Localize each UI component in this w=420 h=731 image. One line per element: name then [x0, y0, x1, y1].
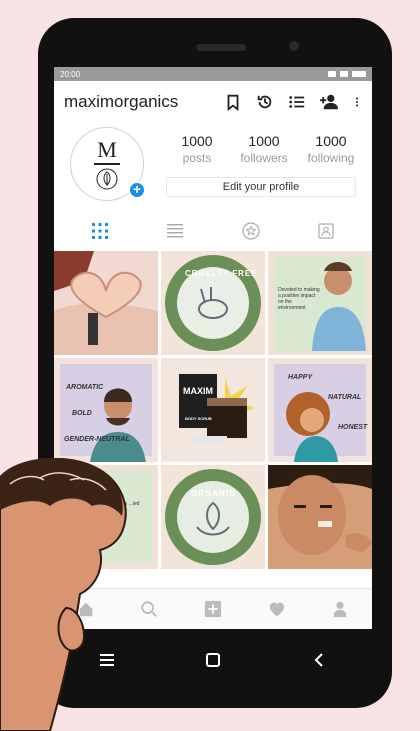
post-aromatic[interactable]: AROMATIC BOLD GENDER-NEUTRAL	[54, 358, 158, 462]
post-organic[interactable]: ORGANIC	[161, 465, 265, 569]
post-caption: HONEST	[338, 424, 368, 431]
post-cruelty-free[interactable]: CRUELTY FREE	[161, 251, 265, 355]
wifi-icon	[328, 71, 336, 77]
stat-label: posts	[182, 151, 212, 165]
status-time: 20:00	[60, 69, 81, 79]
add-post-icon[interactable]	[204, 600, 222, 618]
post-caption: ORGANIC	[191, 489, 236, 498]
profile-icon[interactable]	[331, 600, 349, 618]
post-caption: AROMATIC	[66, 384, 104, 391]
stat-value: 1000	[315, 133, 347, 149]
add-person-icon[interactable]	[320, 93, 338, 111]
post-face-mask[interactable]	[268, 465, 372, 569]
history-icon[interactable]	[256, 93, 274, 111]
post-image	[54, 358, 158, 462]
post-caption: NATURAL	[328, 394, 362, 401]
post-product[interactable]: MAXIM BODY SCRUB	[161, 358, 265, 462]
earpiece	[196, 44, 246, 51]
grid-view-icon[interactable]	[91, 222, 109, 240]
post-caption: Devoted to making a positive impact on t…	[278, 287, 320, 311]
post-image	[268, 465, 372, 569]
post-caption: CRUELTY FREE	[185, 269, 258, 278]
post-image	[268, 358, 372, 462]
logo-divider	[94, 162, 120, 165]
profile-header: maximorganics	[54, 81, 372, 123]
heart-icon[interactable]	[268, 600, 286, 618]
front-camera	[289, 41, 299, 51]
bookmark-icon[interactable]	[224, 93, 242, 111]
profile-section: M + 1000 posts 1000 followers 1000 follo…	[54, 123, 372, 213]
stat-followers[interactable]: 1000 followers	[233, 133, 295, 165]
profile-tabs	[54, 213, 372, 249]
post-caption: HAPPY	[288, 374, 313, 381]
add-story-button[interactable]: +	[128, 181, 146, 199]
post-caption: GENDER-NEUTRAL	[64, 436, 130, 443]
stat-label: followers	[240, 151, 288, 165]
illustrated-head	[0, 458, 127, 731]
post-image	[161, 358, 265, 462]
stat-following[interactable]: 1000 following	[300, 133, 362, 165]
post-image	[161, 465, 265, 569]
post-image	[54, 251, 158, 355]
header-actions	[224, 93, 362, 111]
profile-stats: 1000 posts 1000 followers 1000 following	[166, 133, 362, 165]
brand-logo: M	[97, 136, 117, 162]
post-hands-heart[interactable]	[54, 251, 158, 355]
back-icon[interactable]	[310, 651, 328, 669]
post-happy-natural[interactable]: HAPPY NATURAL HONEST	[268, 358, 372, 462]
leaf-icon	[96, 168, 118, 189]
username[interactable]: maximorganics	[64, 92, 224, 112]
signal-icon	[340, 71, 348, 77]
status-bar: 20:00	[54, 67, 372, 81]
battery-icon	[352, 71, 366, 77]
edit-profile-button[interactable]: Edit your profile	[166, 177, 356, 197]
stat-value: 1000	[248, 133, 280, 149]
stat-label: following	[307, 151, 355, 165]
stat-value: 1000	[181, 133, 213, 149]
post-image	[161, 251, 265, 355]
post-caption: BODY SCRUB	[185, 416, 212, 421]
more-vertical-icon[interactable]	[352, 93, 362, 111]
home-button-icon[interactable]	[204, 651, 222, 669]
status-icons	[328, 71, 366, 77]
list-icon[interactable]	[288, 93, 306, 111]
post-environment[interactable]: Devoted to making a positive impact on t…	[268, 251, 372, 355]
saved-star-icon[interactable]	[242, 222, 260, 240]
post-caption: BOLD	[72, 410, 92, 417]
search-icon[interactable]	[140, 600, 158, 618]
tagged-icon[interactable]	[317, 222, 335, 240]
list-view-icon[interactable]	[166, 222, 184, 240]
stat-posts[interactable]: 1000 posts	[166, 133, 228, 165]
post-caption: MAXIM	[183, 386, 213, 396]
